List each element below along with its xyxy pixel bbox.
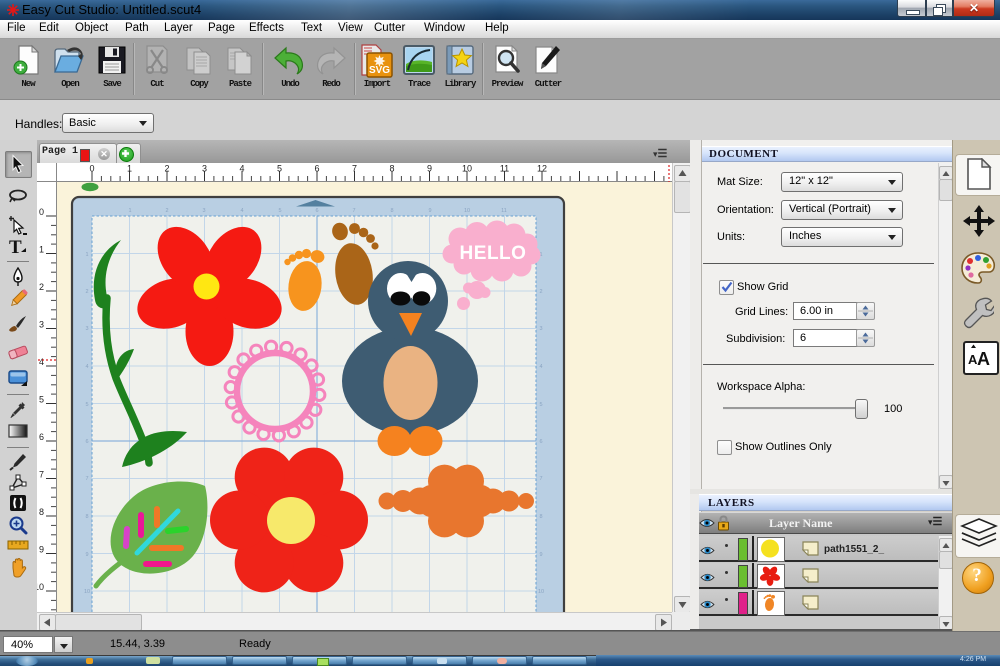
svg-text:3: 3 [202,208,205,214]
svg-text:1: 1 [85,252,88,258]
svg-text:6: 6 [539,439,542,445]
svg-text:11: 11 [500,164,509,174]
svg-text:8: 8 [389,164,394,174]
svg-text:1: 1 [39,245,44,255]
svg-text:1: 1 [127,164,132,174]
svg-text:7: 7 [39,470,44,480]
svg-text:T: T [9,237,22,257]
svg-text:10: 10 [538,589,544,595]
svg-text:2: 2 [164,164,169,174]
svg-text:2: 2 [165,208,168,214]
svg-text:4: 4 [539,364,542,370]
svg-text:2: 2 [39,282,44,292]
svg-text:0: 0 [89,164,94,174]
svg-text:6: 6 [315,208,318,214]
svg-text:8: 8 [39,507,44,517]
svg-text:4: 4 [85,364,88,370]
svg-text:1: 1 [128,208,131,214]
svg-text:4: 4 [39,357,44,367]
svg-text:0: 0 [39,207,44,217]
svg-text:10: 10 [464,208,470,214]
svg-text:8: 8 [539,514,542,520]
svg-text:7: 7 [352,164,357,174]
svg-text:10: 10 [37,582,44,592]
svg-text:5: 5 [39,395,44,405]
svg-text:5: 5 [278,208,281,214]
svg-text:7: 7 [539,476,542,482]
svg-text:6: 6 [85,439,88,445]
svg-text:6: 6 [39,432,44,442]
svg-text:12: 12 [537,164,547,174]
svg-text:9: 9 [85,552,88,558]
svg-text:5: 5 [277,164,282,174]
svg-text:8: 8 [85,514,88,520]
svg-text:8: 8 [390,208,393,214]
svg-text:3: 3 [39,320,44,330]
svg-text:3: 3 [202,164,207,174]
svg-text:4: 4 [240,208,243,214]
svg-text:5: 5 [539,402,542,408]
svg-text:9: 9 [39,545,44,555]
svg-text:7: 7 [85,476,88,482]
svg-text:11: 11 [501,208,507,214]
svg-text:7: 7 [352,208,355,214]
svg-text:2: 2 [539,289,542,295]
svg-text:A: A [977,349,990,369]
svg-text:9: 9 [427,164,432,174]
svg-text:5: 5 [85,402,88,408]
svg-text:3: 3 [85,326,88,332]
svg-text:6: 6 [314,164,319,174]
svg-text:2: 2 [85,289,88,295]
svg-text:4: 4 [239,164,244,174]
svg-text:9: 9 [428,208,431,214]
svg-text:10: 10 [462,164,472,174]
svg-text:SVG: SVG [369,65,390,76]
svg-text:3: 3 [539,326,542,332]
svg-text:10: 10 [84,589,90,595]
svg-text:HELLO: HELLO [460,243,527,264]
svg-text:9: 9 [539,552,542,558]
